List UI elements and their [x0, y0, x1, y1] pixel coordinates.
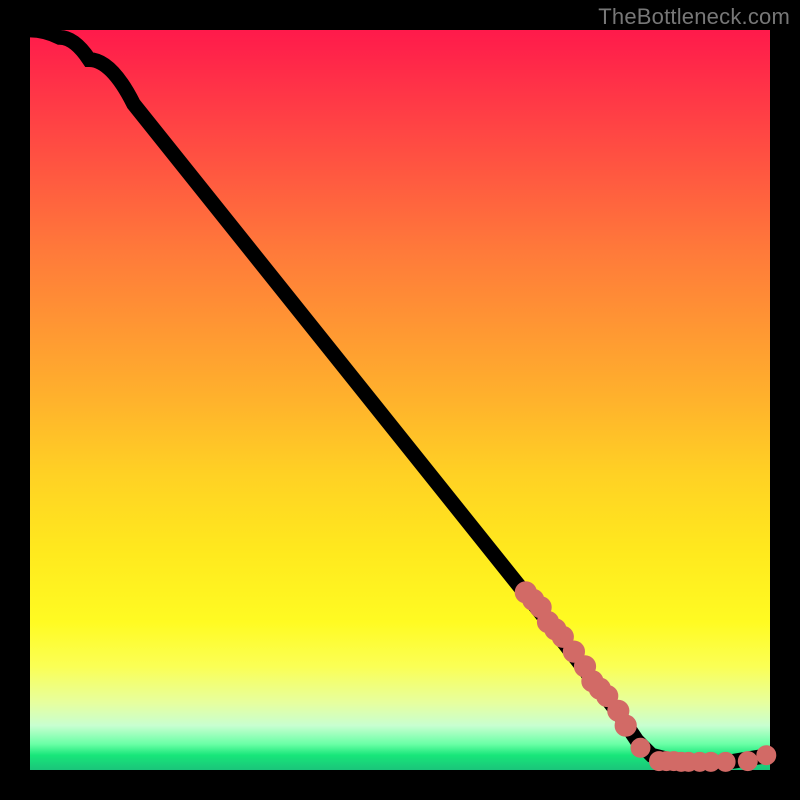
sample-dot [634, 742, 647, 755]
bottleneck-curve [30, 30, 770, 763]
sample-dot [555, 629, 570, 644]
attribution-label: TheBottleneck.com [598, 4, 790, 30]
sample-dot [742, 755, 755, 768]
sample-dots-group [518, 585, 772, 768]
sample-dot [760, 749, 773, 762]
sample-dot [600, 689, 615, 704]
chart-stage: TheBottleneck.com [0, 0, 800, 800]
chart-svg [30, 30, 770, 770]
sample-dot [618, 718, 633, 733]
plot-area [30, 30, 770, 770]
sample-dot [705, 756, 718, 769]
sample-dot [567, 644, 582, 659]
sample-dot [719, 756, 732, 769]
